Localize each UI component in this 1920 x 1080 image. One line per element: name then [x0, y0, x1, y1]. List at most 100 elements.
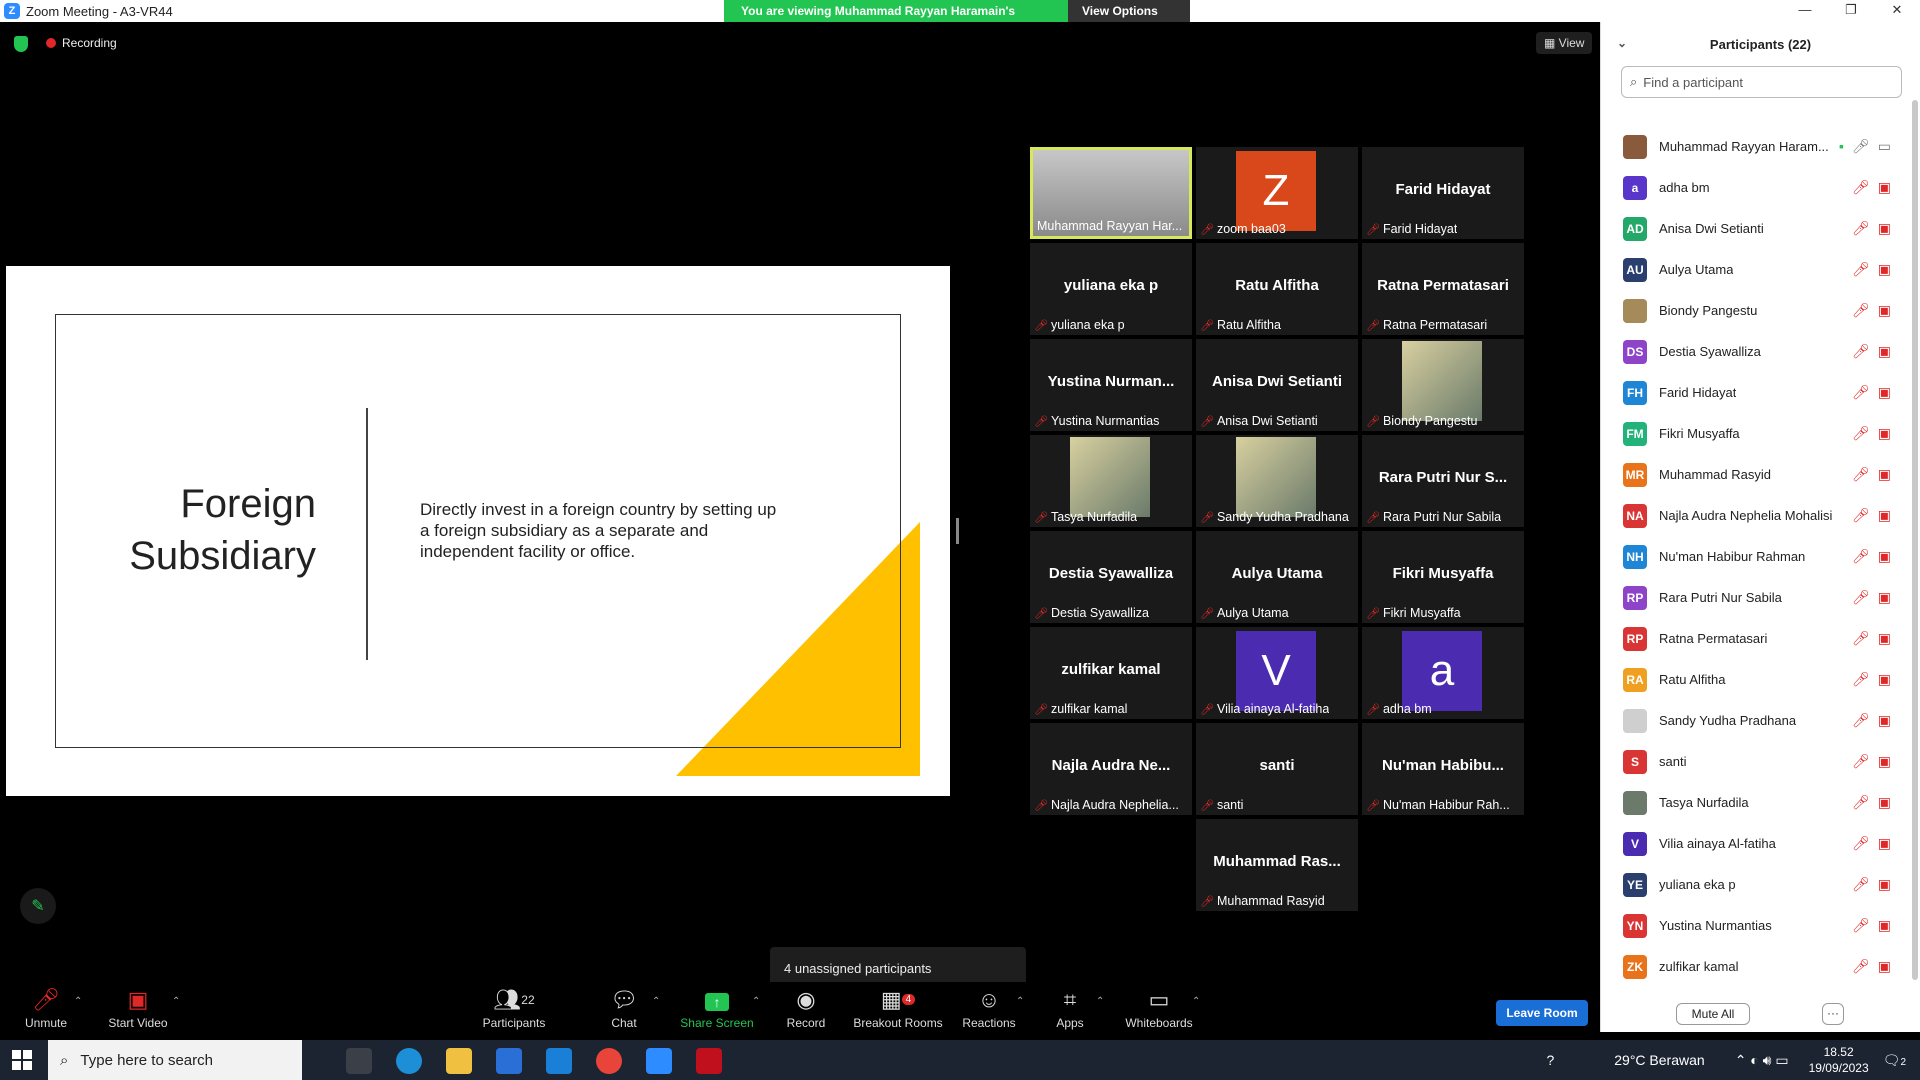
- video-tile[interactable]: Muhammad Ras... 🎤︎ Muhammad Rasyid: [1196, 819, 1358, 911]
- video-off-icon[interactable]: ▣: [1878, 630, 1891, 647]
- mic-muted-icon[interactable]: 🎤︎: [1852, 425, 1870, 442]
- participant-row[interactable]: RA Ratu Alfitha 🎤︎ ▣: [1601, 659, 1905, 700]
- video-off-icon[interactable]: ▣: [1878, 917, 1891, 934]
- maximize-button[interactable]: ❐: [1828, 0, 1874, 22]
- participant-row[interactable]: V Vilia ainaya Al-fatiha 🎤︎ ▣: [1601, 823, 1905, 864]
- tray-icons[interactable]: ⌃ ◐ 🔊︎ ▭: [1735, 1052, 1789, 1069]
- clock[interactable]: 18.52 19/09/2023: [1809, 1044, 1869, 1076]
- mic-muted-icon[interactable]: 🎤︎: [1852, 794, 1870, 811]
- mcafee-icon[interactable]: [696, 1048, 722, 1074]
- apps-button[interactable]: ⌗ Apps: [1054, 986, 1086, 1030]
- mic-muted-icon[interactable]: 🎤︎: [1852, 671, 1870, 688]
- participant-row[interactable]: Sandy Yudha Pradhana 🎤︎ ▣: [1601, 700, 1905, 741]
- video-tile[interactable]: Aulya Utama 🎤︎ Aulya Utama: [1196, 531, 1358, 623]
- reactions-button[interactable]: ☺ Reactions: [962, 986, 1016, 1030]
- mic-muted-icon[interactable]: 🎤︎: [1852, 958, 1870, 975]
- video-tile[interactable]: 🎤︎ Sandy Yudha Pradhana: [1196, 435, 1358, 527]
- mic-icon[interactable]: 🎤︎: [1852, 138, 1870, 155]
- participants-button[interactable]: 👥︎22 Participants: [476, 986, 552, 1030]
- video-options-caret[interactable]: ⌃: [172, 996, 180, 1007]
- video-tile[interactable]: a 🎤︎ adha bm: [1362, 627, 1524, 719]
- video-off-icon[interactable]: ▣: [1878, 671, 1891, 688]
- view-options-button[interactable]: View Options ⌄: [1068, 0, 1190, 40]
- video-tile[interactable]: Destia Syawalliza 🎤︎ Destia Syawalliza: [1030, 531, 1192, 623]
- video-off-icon[interactable]: ▣: [1878, 261, 1891, 278]
- video-tile[interactable]: santi 🎤︎ santi: [1196, 723, 1358, 815]
- video-off-icon[interactable]: ▣: [1878, 794, 1891, 811]
- video-off-icon[interactable]: ▣: [1878, 958, 1891, 975]
- encryption-shield-icon[interactable]: [14, 36, 28, 52]
- annotate-pen-icon[interactable]: ✎: [20, 888, 56, 924]
- video-tile[interactable]: Najla Audra Ne... 🎤︎ Najla Audra Nephelia.…: [1030, 723, 1192, 815]
- participant-row[interactable]: Ssanti 🎤︎ ▣: [1601, 741, 1905, 782]
- store-icon[interactable]: [496, 1048, 522, 1074]
- unmute-button[interactable]: 🎤︎ Unmute: [18, 986, 74, 1030]
- help-icon[interactable]: ?: [1546, 1052, 1554, 1068]
- weather-widget[interactable]: 29°C Berawan: [1614, 1052, 1704, 1068]
- more-options-button[interactable]: ···: [1822, 1003, 1844, 1025]
- file-explorer-icon[interactable]: [446, 1048, 472, 1074]
- participant-row[interactable]: YN Yustina Nurmantias 🎤︎ ▣: [1601, 905, 1905, 946]
- video-off-icon[interactable]: ▣: [1878, 589, 1891, 606]
- video-tile[interactable]: 🎤︎ Tasya Nurfadila: [1030, 435, 1192, 527]
- video-off-icon[interactable]: ▣: [1878, 753, 1891, 770]
- mute-all-button[interactable]: Mute All: [1676, 1003, 1750, 1025]
- video-off-icon[interactable]: ▣: [1878, 548, 1891, 565]
- breakout-rooms-button[interactable]: ▦ 4 Breakout Rooms: [852, 986, 944, 1030]
- video-tile[interactable]: 🎤︎ Biondy Pangestu: [1362, 339, 1524, 431]
- record-button[interactable]: ◉ Record: [784, 986, 828, 1030]
- apps-caret[interactable]: ⌃: [1096, 996, 1104, 1007]
- video-off-icon[interactable]: ▣: [1878, 220, 1891, 237]
- participant-row[interactable]: DS Destia Syawalliza 🎤︎ ▣: [1601, 331, 1905, 372]
- video-tile[interactable]: Z 🎤︎ zoom baa03: [1196, 147, 1358, 239]
- windows-start-icon[interactable]: [12, 1050, 32, 1070]
- edge-icon[interactable]: [396, 1048, 422, 1074]
- video-tile[interactable]: Farid Hidayat 🎤︎ Farid Hidayat: [1362, 147, 1524, 239]
- video-off-icon[interactable]: ▣: [1878, 343, 1891, 360]
- video-off-icon[interactable]: ▣: [1878, 466, 1891, 483]
- mic-muted-icon[interactable]: 🎤︎: [1852, 548, 1870, 565]
- video-tile[interactable]: Anisa Dwi Setianti 🎤︎ Anisa Dwi Setianti: [1196, 339, 1358, 431]
- video-tile[interactable]: Muhammad Rayyan Har...: [1030, 147, 1192, 239]
- participant-search-input[interactable]: ⌕ Find a participant: [1621, 66, 1902, 98]
- participant-row[interactable]: NH Nu'man Habibur Rahman 🎤︎ ▣: [1601, 536, 1905, 577]
- recording-indicator[interactable]: Recording: [46, 36, 117, 50]
- video-tile[interactable]: zulfikar kamal 🎤︎ zulfikar kamal: [1030, 627, 1192, 719]
- participant-row[interactable]: ZK zulfikar kamal 🎤︎ ▣: [1601, 946, 1905, 987]
- mic-muted-icon[interactable]: 🎤︎: [1852, 466, 1870, 483]
- zoom-taskbar-icon[interactable]: [646, 1048, 672, 1074]
- participant-row[interactable]: RP Rara Putri Nur Sabila 🎤︎ ▣: [1601, 577, 1905, 618]
- share-screen-button[interactable]: ↑ Share Screen: [680, 986, 754, 1030]
- participant-row[interactable]: MR Muhammad Rasyid 🎤︎ ▣: [1601, 454, 1905, 495]
- close-button[interactable]: ✕: [1874, 0, 1920, 22]
- video-off-icon[interactable]: ▣: [1878, 507, 1891, 524]
- view-button[interactable]: ▦ View: [1536, 32, 1593, 54]
- video-off-icon[interactable]: ▣: [1878, 425, 1891, 442]
- video-off-icon[interactable]: ▣: [1878, 712, 1891, 729]
- minimize-button[interactable]: —: [1782, 0, 1828, 22]
- notifications-icon[interactable]: 🗨︎2: [1883, 1052, 1906, 1069]
- mic-muted-icon[interactable]: 🎤︎: [1852, 220, 1870, 237]
- participant-list-scrollbar[interactable]: [1912, 100, 1918, 980]
- mail-icon[interactable]: [546, 1048, 572, 1074]
- split-handle[interactable]: [956, 518, 959, 544]
- video-tile[interactable]: yuliana eka p 🎤︎ yuliana eka p: [1030, 243, 1192, 335]
- video-tile[interactable]: Nu'man Habibu... 🎤︎ Nu'man Habibur Rah...: [1362, 723, 1524, 815]
- participant-row[interactable]: NA Najla Audra Nephelia Mohalisi 🎤︎ ▣: [1601, 495, 1905, 536]
- participant-row[interactable]: Muhammad Rayyan Haram... ▪ 🎤︎ ▭: [1601, 126, 1905, 167]
- participant-row[interactable]: a adha bm 🎤︎ ▣: [1601, 167, 1905, 208]
- mic-muted-icon[interactable]: 🎤︎: [1852, 343, 1870, 360]
- mic-muted-icon[interactable]: 🎤︎: [1852, 917, 1870, 934]
- video-tile[interactable]: Ratu Alfitha 🎤︎ Ratu Alfitha: [1196, 243, 1358, 335]
- mic-muted-icon[interactable]: 🎤︎: [1852, 179, 1870, 196]
- video-off-icon[interactable]: ▣: [1878, 835, 1891, 852]
- collapse-chevron-icon[interactable]: ⌄: [1617, 36, 1627, 50]
- mic-muted-icon[interactable]: 🎤︎: [1852, 384, 1870, 401]
- chat-options-caret[interactable]: ⌃: [652, 996, 660, 1007]
- participant-row[interactable]: Tasya Nurfadila 🎤︎ ▣: [1601, 782, 1905, 823]
- chrome-icon[interactable]: [596, 1048, 622, 1074]
- participant-row[interactable]: Biondy Pangestu 🎤︎ ▣: [1601, 290, 1905, 331]
- mic-muted-icon[interactable]: 🎤︎: [1852, 712, 1870, 729]
- video-tile[interactable]: Rara Putri Nur S... 🎤︎ Rara Putri Nur Sabi…: [1362, 435, 1524, 527]
- participant-row[interactable]: AD Anisa Dwi Setianti 🎤︎ ▣: [1601, 208, 1905, 249]
